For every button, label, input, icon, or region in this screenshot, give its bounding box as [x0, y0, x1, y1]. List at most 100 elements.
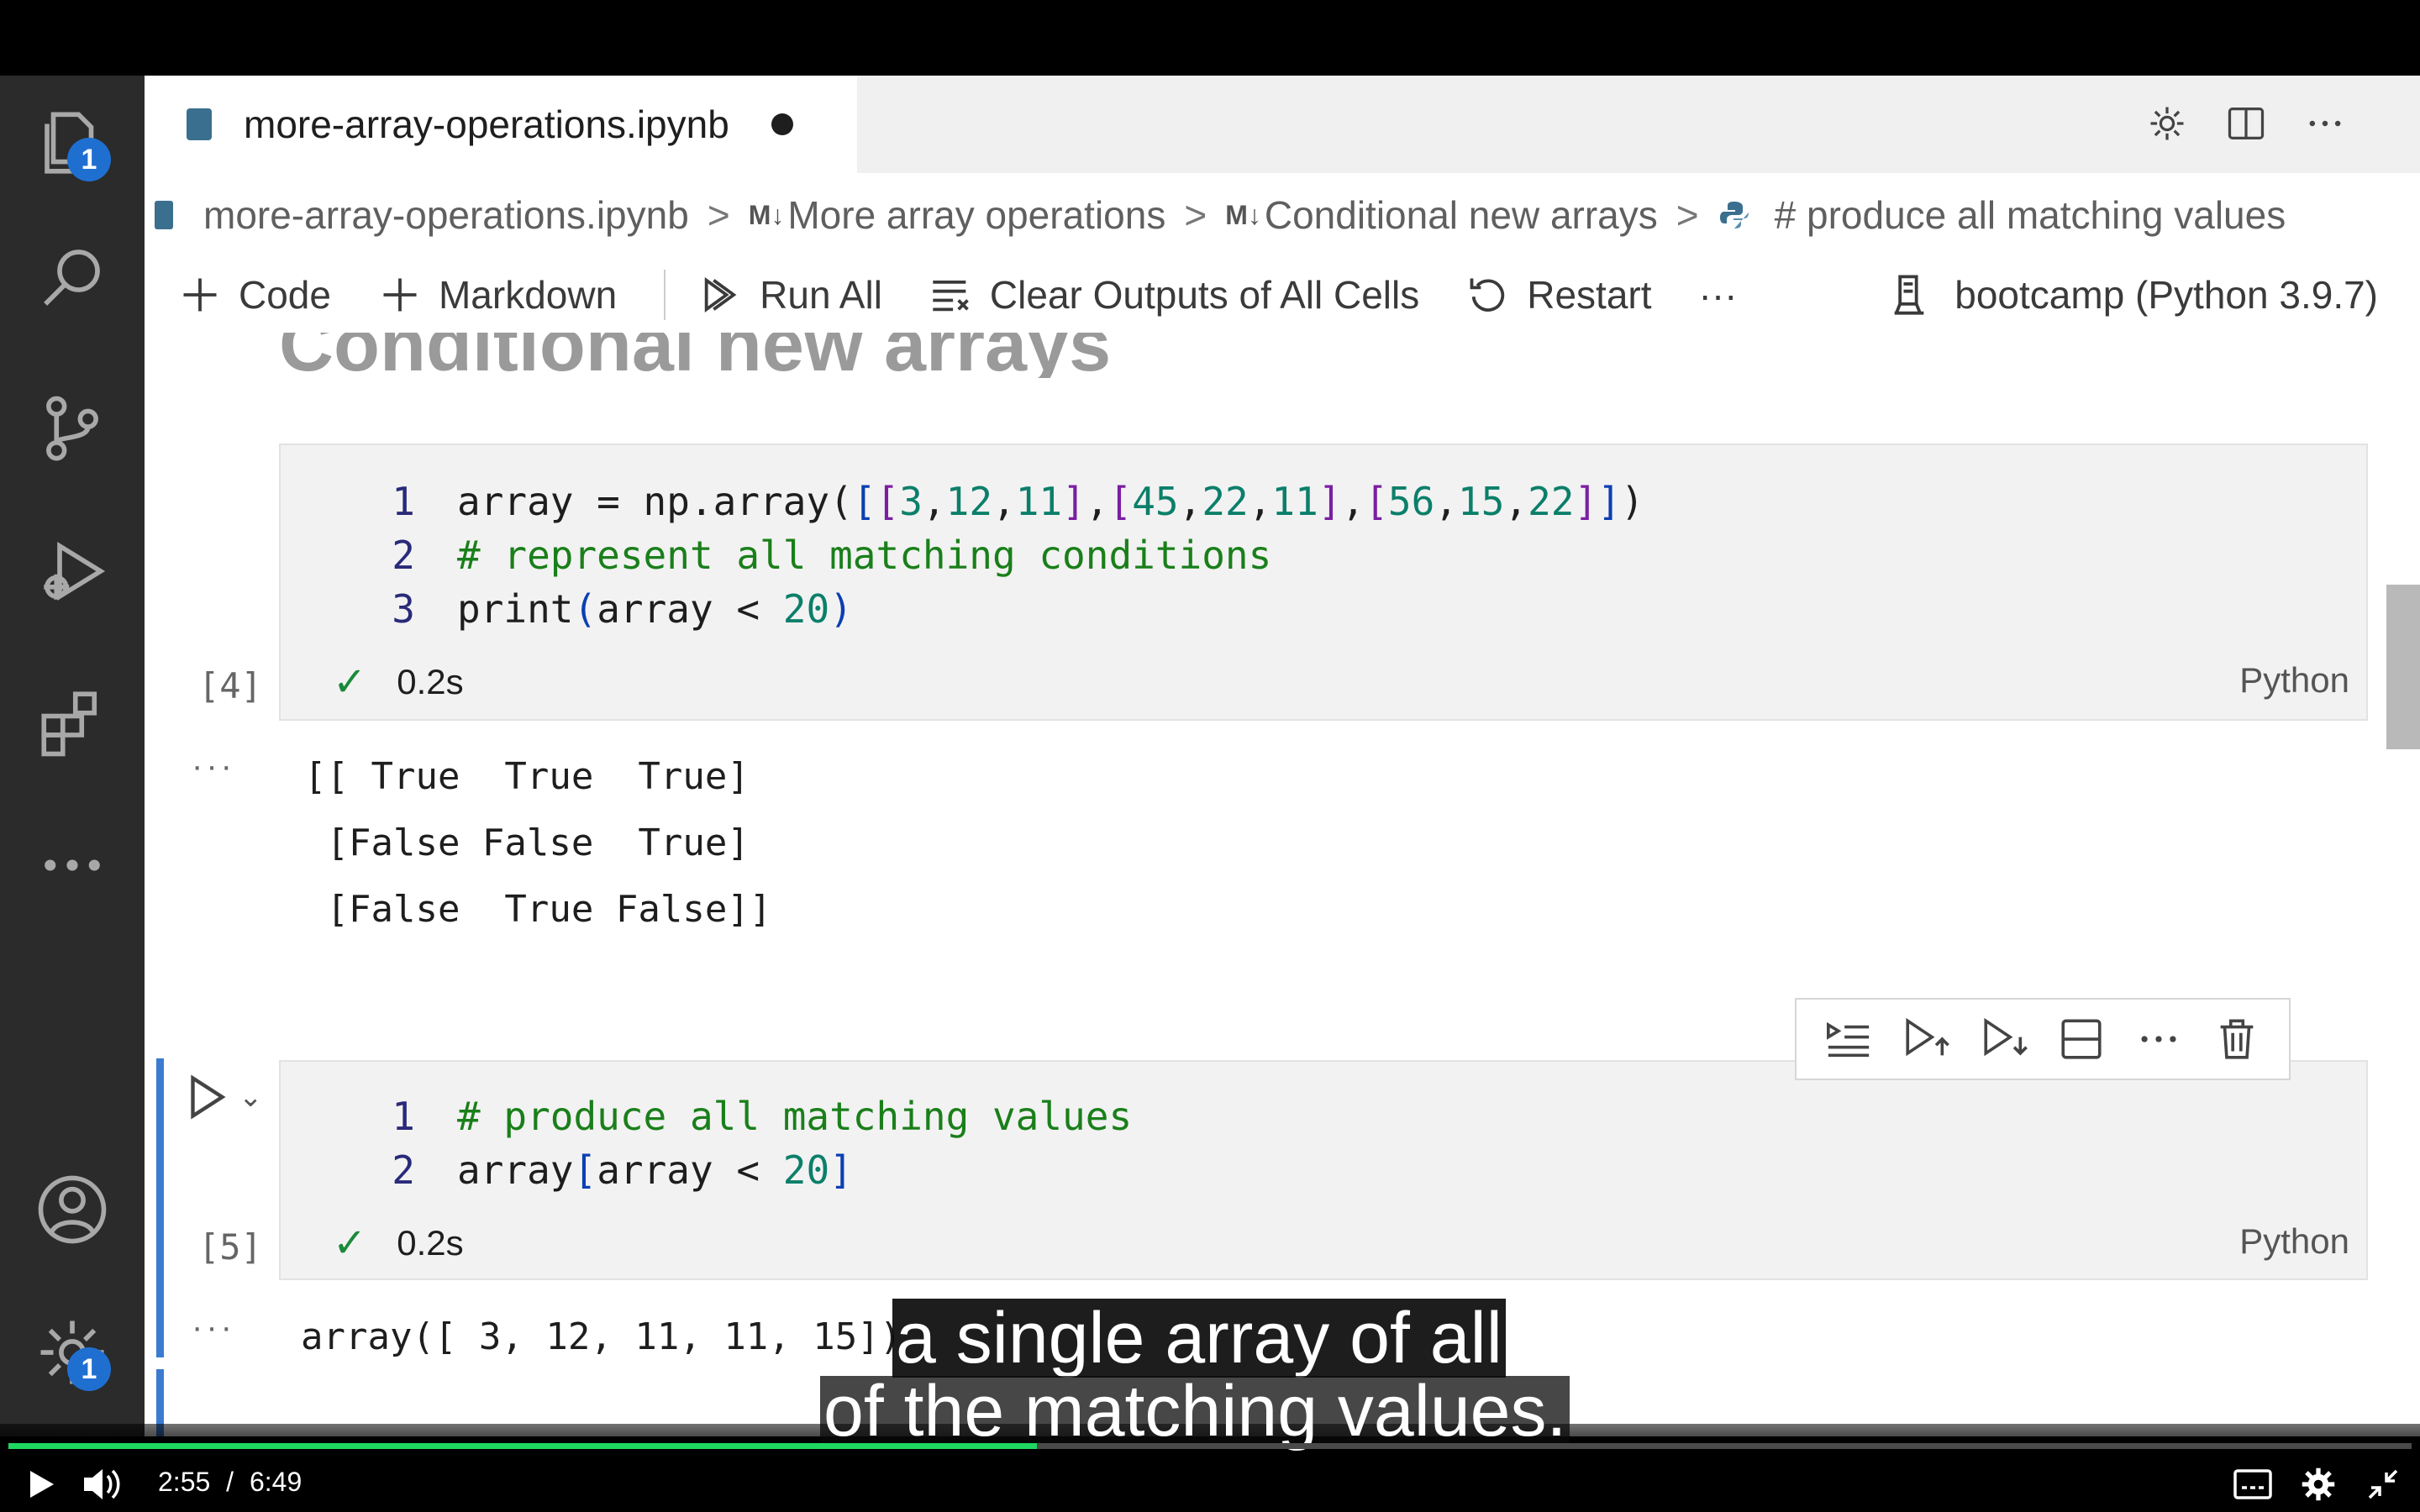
- markdown-icon: M↓: [748, 199, 785, 230]
- explorer-icon[interactable]: 1: [30, 101, 114, 185]
- code-line[interactable]: 1 array = np.array([[3,12,11],[45,22,11],…: [365, 479, 1644, 524]
- code-line[interactable]: 2 array[array < 20]: [365, 1147, 853, 1193]
- run-all-label: Run All: [760, 273, 882, 317]
- explorer-badge: 1: [67, 138, 111, 181]
- subtitle-line-1: a single array of all: [892, 1299, 1506, 1378]
- delete-cell-trash-icon[interactable]: [2212, 1015, 2261, 1063]
- play-button[interactable]: [24, 1463, 57, 1505]
- code-line[interactable]: 2 # represent all matching conditions: [365, 533, 1271, 578]
- execution-status: ✓ 0.2s: [333, 659, 464, 706]
- clear-outputs-button[interactable]: Clear Outputs of All Cells: [929, 272, 1419, 318]
- volume-button[interactable]: [81, 1463, 121, 1505]
- toolbar-divider: [664, 270, 666, 320]
- kernel-label: bootcamp (Python 3.9.7): [1954, 273, 2378, 317]
- run-all-icon: [704, 276, 737, 313]
- video-letterbox-top: [0, 0, 2420, 76]
- tab-title: more-array-operations.ipynb: [244, 102, 729, 146]
- cell-language[interactable]: Python: [2239, 1221, 2349, 1262]
- add-markdown-cell-button[interactable]: Markdown: [378, 272, 617, 318]
- cell-language[interactable]: Python: [2239, 660, 2349, 701]
- line-number: 3: [392, 586, 415, 632]
- clear-outputs-label: Clear Outputs of All Cells: [989, 273, 1420, 317]
- plus-icon: [183, 278, 217, 312]
- code-line[interactable]: 3 print(array < 20): [365, 586, 853, 632]
- line-number: 1: [392, 479, 415, 524]
- add-code-cell-button[interactable]: Code: [178, 272, 331, 318]
- add-markdown-label: Markdown: [438, 273, 618, 317]
- cell-toolbar: [1795, 998, 2291, 1080]
- extensions-icon[interactable]: [30, 680, 114, 764]
- chevron-right-icon: >: [707, 193, 730, 237]
- restart-icon: [1470, 278, 1505, 312]
- activity-bar: 1 1: [0, 76, 145, 1436]
- more-actions-icon[interactable]: [2296, 94, 2354, 153]
- code-cell-2[interactable]: 1 # produce all matching values 2 array[ar…: [279, 1060, 2368, 1280]
- tab-notebook[interactable]: more-array-operations.ipynb: [145, 76, 857, 173]
- video-frame[interactable]: 1 1 more-array-operations.ipynb more-arr…: [0, 76, 2420, 1436]
- account-icon[interactable]: [30, 1168, 114, 1252]
- output-more-icon[interactable]: ···: [192, 1309, 235, 1347]
- tab-strip: more-array-operations.ipynb: [145, 76, 2420, 173]
- cell-more-icon[interactable]: [2134, 1015, 2183, 1063]
- line-number: 2: [392, 1147, 415, 1193]
- split-cell-icon[interactable]: [2057, 1015, 2106, 1063]
- toolbar-more-label: ···: [1698, 273, 1738, 317]
- run-cell-play-icon[interactable]: [187, 1072, 229, 1122]
- add-code-label: Code: [239, 273, 331, 317]
- restart-label: Restart: [1527, 273, 1652, 317]
- split-editor-icon[interactable]: [2217, 94, 2275, 153]
- exec-time: 0.2s: [397, 1223, 464, 1263]
- plus-icon: [383, 278, 417, 312]
- chevron-right-icon: >: [1184, 193, 1207, 237]
- kernel-picker[interactable]: bootcamp (Python 3.9.7): [1887, 257, 2378, 333]
- settings-button[interactable]: [2301, 1463, 2336, 1505]
- code-cell-1[interactable]: 1 array = np.array([[3,12,11],[45,22,11],…: [279, 444, 2368, 721]
- manage-gear-icon[interactable]: 1: [30, 1310, 114, 1394]
- cell-output-2: array([ 3, 12, 11, 11, 15]): [301, 1304, 902, 1370]
- markdown-icon: M↓: [1225, 199, 1261, 230]
- toolbar-more-button[interactable]: ···: [1699, 272, 1738, 318]
- execute-below-icon[interactable]: [1980, 1015, 2028, 1063]
- source-control-icon[interactable]: [30, 386, 114, 470]
- search-icon[interactable]: [30, 235, 114, 319]
- breadcrumb-section-2[interactable]: Conditional new arrays: [1265, 192, 1658, 238]
- output-more-icon[interactable]: ···: [192, 748, 235, 785]
- check-icon: ✓: [333, 660, 367, 705]
- more-views-icon[interactable]: [30, 823, 114, 907]
- breadcrumb-cell[interactable]: # produce all matching values: [1775, 192, 2286, 238]
- run-by-line-icon[interactable]: [1824, 1015, 1873, 1063]
- output-line: [False False True]: [304, 822, 750, 864]
- cell-focus-indicator: [156, 1058, 164, 1357]
- exit-fullscreen-icon: [2368, 1469, 2398, 1499]
- output-line: [False True False]]: [304, 888, 772, 931]
- chevron-right-icon: >: [1676, 193, 1699, 237]
- time-display: 2:55 / 6:49: [158, 1467, 302, 1498]
- notebook-settings-gear-icon[interactable]: [2138, 94, 2196, 153]
- restart-button[interactable]: Restart: [1466, 272, 1652, 318]
- cell-output-1: [[ True True True] [False False True] [F…: [304, 743, 771, 942]
- execution-count: [4]: [198, 665, 262, 706]
- clear-all-icon: [933, 280, 969, 312]
- output-line: [[ True True True]: [304, 755, 750, 798]
- captions-button[interactable]: [2233, 1463, 2272, 1505]
- settings-gear-icon: [2302, 1467, 2335, 1501]
- chevron-down-icon[interactable]: ⌄: [239, 1080, 263, 1114]
- execution-count: [5]: [198, 1226, 262, 1268]
- breadcrumb-section-1[interactable]: More array operations: [787, 192, 1165, 238]
- settings-badge: 1: [67, 1347, 111, 1391]
- run-debug-icon[interactable]: [30, 529, 114, 613]
- line-number: 2: [392, 533, 415, 578]
- exit-fullscreen-button[interactable]: [2366, 1463, 2400, 1505]
- notebook-file-icon: [187, 108, 212, 140]
- code-line[interactable]: 1 # produce all matching values: [365, 1094, 1132, 1139]
- captions-icon: [2233, 1469, 2272, 1499]
- unsaved-dot-icon[interactable]: [771, 113, 793, 135]
- subtitle-line-2: of the matching values.: [820, 1375, 1570, 1447]
- execute-above-icon[interactable]: [1902, 1015, 1950, 1063]
- breadcrumb-file[interactable]: more-array-operations.ipynb: [203, 192, 689, 238]
- time-separator: /: [226, 1467, 234, 1497]
- run-all-button[interactable]: Run All: [699, 272, 882, 318]
- check-icon: ✓: [333, 1221, 367, 1266]
- editor-scrollbar-thumb[interactable]: [2386, 585, 2420, 749]
- line-number: 1: [392, 1094, 415, 1139]
